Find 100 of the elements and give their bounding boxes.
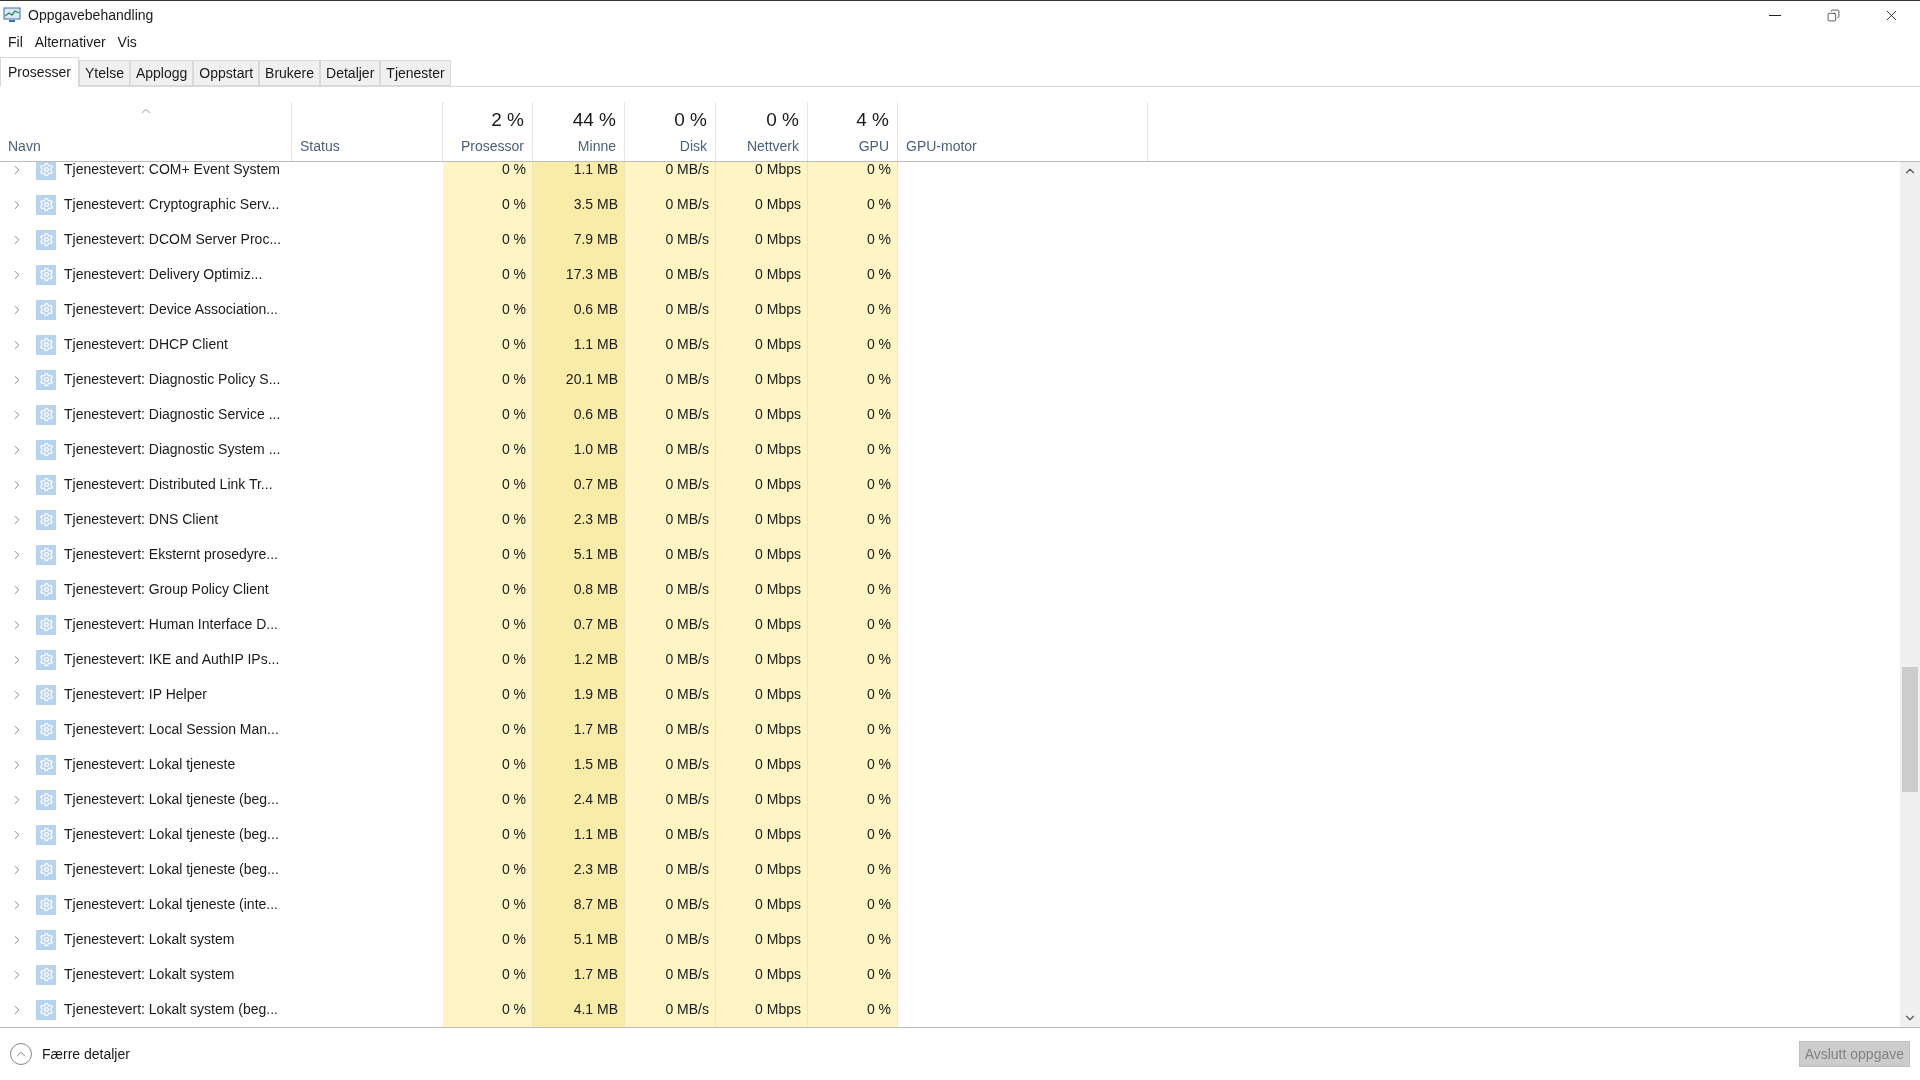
tab[interactable]: Tjenester bbox=[380, 60, 451, 86]
column-header[interactable]: 2 % Prosessor bbox=[443, 102, 533, 161]
process-name[interactable]: Tjenestevert: Lokalt system bbox=[64, 964, 235, 985]
menu-item[interactable]: Alternativer bbox=[28, 31, 112, 53]
table-cell: 0 % bbox=[443, 162, 533, 187]
table-cell: 0 % bbox=[808, 887, 898, 922]
gear-icon bbox=[36, 474, 56, 495]
tab[interactable]: Brukere bbox=[259, 60, 321, 86]
process-name[interactable]: Tjenestevert: Lokal tjeneste (beg... bbox=[64, 859, 279, 880]
table-cell: 0 MB/s bbox=[625, 362, 716, 397]
process-name[interactable]: Tjenestevert: Lokal tjeneste (beg... bbox=[64, 789, 279, 810]
table-cell: 0.6 MB bbox=[533, 397, 625, 432]
tab[interactable]: Oppstart bbox=[193, 60, 260, 86]
process-name[interactable]: Tjenestevert: Diagnostic Service ... bbox=[64, 404, 281, 425]
table-cell: 0 Mbps bbox=[716, 432, 808, 467]
process-name[interactable]: Tjenestevert: Lokal tjeneste (beg... bbox=[64, 824, 279, 845]
process-name[interactable]: Tjenestevert: Lokalt system bbox=[64, 929, 235, 950]
table-cell: 0 % bbox=[808, 187, 898, 222]
table-cell: 0 Mbps bbox=[716, 992, 808, 1027]
fewer-details-link[interactable]: Færre detaljer bbox=[42, 1043, 130, 1065]
column-header[interactable]: Status bbox=[292, 102, 443, 161]
process-name[interactable]: Tjenestevert: COM+ Event System bbox=[64, 162, 280, 180]
column-label: Navn bbox=[8, 137, 41, 156]
gear-icon bbox=[36, 719, 56, 740]
gear-icon bbox=[36, 614, 56, 635]
column-label: Status bbox=[300, 137, 340, 156]
tab[interactable]: Ytelse bbox=[79, 60, 130, 86]
process-name[interactable]: Tjenestevert: DHCP Client bbox=[64, 334, 228, 355]
process-name[interactable]: Tjenestevert: DCOM Server Proc... bbox=[64, 229, 282, 250]
process-name[interactable]: Tjenestevert: Delivery Optimiz... bbox=[64, 264, 263, 285]
process-name[interactable]: Tjenestevert: Device Association... bbox=[64, 299, 278, 320]
tab[interactable]: Prosesser bbox=[0, 57, 80, 87]
process-name[interactable]: Tjenestevert: Lokal tjeneste (inte... bbox=[64, 894, 278, 915]
table-cell: 0 % bbox=[808, 162, 898, 187]
table-cell: 0 Mbps bbox=[716, 397, 808, 432]
table-cell: 0 MB/s bbox=[625, 957, 716, 992]
table-cell: 0 % bbox=[443, 467, 533, 502]
table-cell: 0 % bbox=[808, 817, 898, 852]
tab[interactable]: Applogg bbox=[129, 60, 194, 86]
table-cell: 5.1 MB bbox=[533, 922, 625, 957]
table-cell: 0 Mbps bbox=[716, 887, 808, 922]
table-cell: 0 % bbox=[443, 292, 533, 327]
column-label: Prosessor bbox=[460, 137, 524, 156]
process-name[interactable]: Tjenestevert: IKE and AuthIP IPs... bbox=[64, 649, 280, 670]
table-cell: 0 % bbox=[443, 572, 533, 607]
window-title: Oppgavebehandling bbox=[28, 5, 154, 25]
column-header[interactable]: 0 % Disk bbox=[625, 102, 716, 161]
table-cell: 0 % bbox=[808, 432, 898, 467]
column-label: Nettverk bbox=[746, 137, 799, 156]
process-name[interactable]: Tjenestevert: Local Session Man... bbox=[64, 719, 279, 740]
menu-item[interactable]: Vis bbox=[111, 31, 143, 53]
usage-total: 4 % bbox=[856, 110, 889, 129]
table-cell: 0 Mbps bbox=[716, 362, 808, 397]
monitor-chart-icon bbox=[3, 7, 21, 23]
process-name[interactable]: Tjenestevert: Lokal tjeneste bbox=[64, 754, 236, 775]
scrollbar[interactable] bbox=[1900, 162, 1920, 1027]
table-cell: 0 % bbox=[443, 957, 533, 992]
table-cell: 0 % bbox=[443, 852, 533, 887]
column-header[interactable]: GPU-motor bbox=[898, 102, 1148, 161]
gear-icon bbox=[36, 509, 56, 530]
table-cell: 0 MB/s bbox=[625, 502, 716, 537]
table-cell: 8.7 MB bbox=[533, 887, 625, 922]
column-header[interactable]: 44 % Minne bbox=[533, 102, 625, 161]
gear-icon bbox=[36, 754, 56, 775]
process-name[interactable]: Tjenestevert: Eksternt prosedyre... bbox=[64, 544, 278, 565]
column-header[interactable]: 0 % Nettverk bbox=[716, 102, 808, 161]
table-cell: 0 MB/s bbox=[625, 292, 716, 327]
process-name[interactable]: Tjenestevert: Diagnostic Policy S... bbox=[64, 369, 281, 390]
menu-item[interactable]: Fil bbox=[2, 31, 29, 53]
process-name[interactable]: Tjenestevert: Distributed Link Tr... bbox=[64, 474, 273, 495]
process-name[interactable]: Tjenestevert: Human Interface D... bbox=[64, 614, 278, 635]
process-name[interactable]: Tjenestevert: Lokalt system (beg... bbox=[64, 999, 278, 1020]
table-cell: 0 % bbox=[443, 397, 533, 432]
table-cell: 0 Mbps bbox=[716, 467, 808, 502]
scrollbar-thumb[interactable] bbox=[1902, 667, 1918, 792]
table-cell: 2.4 MB bbox=[533, 782, 625, 817]
gear-icon bbox=[36, 369, 56, 390]
table-cell: 0 MB/s bbox=[625, 162, 716, 187]
column-header[interactable]: Navn bbox=[0, 102, 292, 161]
column-header[interactable]: 4 % GPU bbox=[808, 102, 898, 161]
table-cell: 0 % bbox=[808, 292, 898, 327]
process-name[interactable]: Tjenestevert: Diagnostic System ... bbox=[64, 439, 281, 460]
gear-icon bbox=[36, 334, 56, 355]
process-name[interactable]: Tjenestevert: IP Helper bbox=[64, 684, 207, 705]
table-cell: 0 % bbox=[808, 467, 898, 502]
table-cell: 0.8 MB bbox=[533, 572, 625, 607]
table-cell: 0 % bbox=[443, 922, 533, 957]
tab[interactable]: Detaljer bbox=[320, 60, 381, 86]
table-cell: 0 Mbps bbox=[716, 712, 808, 747]
table-cell: 0 % bbox=[443, 642, 533, 677]
usage-total: 0 % bbox=[674, 110, 707, 129]
process-name[interactable]: Tjenestevert: Group Policy Client bbox=[64, 579, 269, 600]
gear-icon bbox=[36, 929, 56, 950]
minimize-icon bbox=[1769, 14, 1781, 16]
process-name[interactable]: Tjenestevert: DNS Client bbox=[64, 509, 219, 530]
table-cell: 0 Mbps bbox=[716, 607, 808, 642]
table-cell: 0 MB/s bbox=[625, 922, 716, 957]
table-cell: 0 % bbox=[443, 362, 533, 397]
table-cell: 0 MB/s bbox=[625, 712, 716, 747]
process-name[interactable]: Tjenestevert: Cryptographic Serv... bbox=[64, 194, 280, 215]
